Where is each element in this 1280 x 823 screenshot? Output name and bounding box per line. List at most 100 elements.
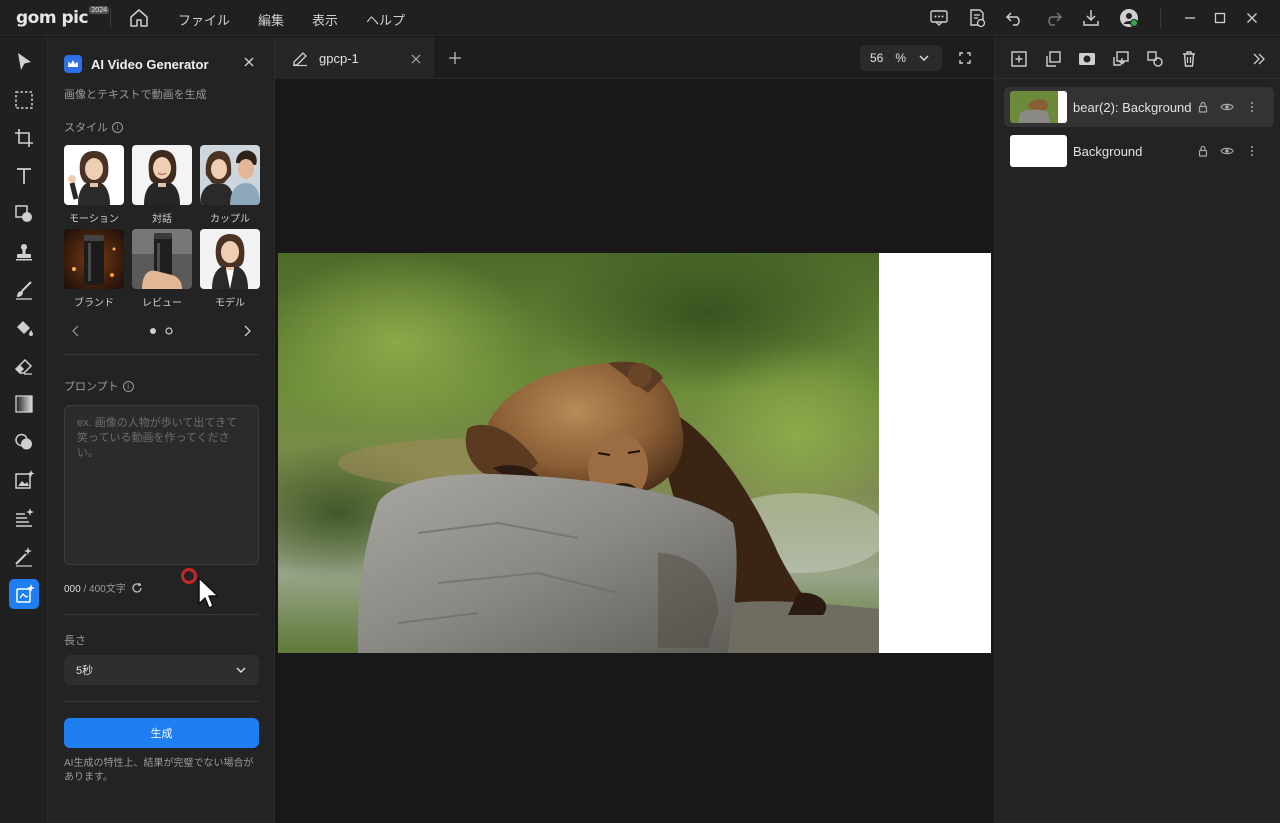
document-history-icon[interactable] bbox=[966, 7, 988, 29]
bear-photo[interactable] bbox=[278, 253, 879, 653]
marquee-tool-icon[interactable] bbox=[12, 88, 36, 112]
style-review[interactable]: レビュー bbox=[132, 229, 192, 309]
menu-view[interactable]: 表示 bbox=[312, 10, 338, 29]
magic-wand-tool-icon[interactable] bbox=[12, 544, 36, 568]
style-motion-thumbnail bbox=[64, 145, 124, 205]
prompt-label-text: プロンプト bbox=[64, 381, 119, 393]
tab-close-icon[interactable] bbox=[410, 52, 422, 64]
layers-panel: bear(2): Background Background bbox=[994, 37, 1280, 823]
style-dialogue[interactable]: 対話 bbox=[132, 145, 192, 225]
shape-tool-icon[interactable] bbox=[12, 202, 36, 226]
style-dialogue-label: 対話 bbox=[152, 214, 172, 225]
refresh-icon[interactable] bbox=[131, 582, 143, 594]
new-tab-icon[interactable] bbox=[447, 50, 463, 66]
ai-video-panel: AI Video Generator 画像とテキストで動画を生成 スタイル i … bbox=[48, 37, 275, 823]
merge-layer-icon[interactable] bbox=[1111, 49, 1131, 69]
menu-edit[interactable]: 編集 bbox=[258, 10, 284, 29]
text-tool-icon[interactable] bbox=[12, 164, 36, 188]
stamp-tool-icon[interactable] bbox=[12, 240, 36, 264]
style-couple[interactable]: カップル bbox=[200, 145, 260, 225]
layer-thumbnail-background bbox=[1010, 135, 1067, 167]
layer-lock-icon[interactable] bbox=[1196, 100, 1210, 114]
collapse-panel-icon[interactable] bbox=[1249, 49, 1269, 69]
style-motion[interactable]: モーション bbox=[64, 145, 124, 225]
zoom-unit: % bbox=[895, 51, 907, 65]
canvas-area[interactable] bbox=[275, 80, 993, 823]
length-select[interactable]: 5秒 bbox=[64, 655, 259, 685]
layer-item-bear[interactable]: bear(2): Background bbox=[1004, 87, 1274, 127]
menu-file[interactable]: ファイル bbox=[178, 10, 230, 29]
carousel-dot-active[interactable] bbox=[150, 328, 156, 334]
menu-help[interactable]: ヘルプ bbox=[366, 10, 405, 29]
generate-button[interactable]: 生成 bbox=[64, 718, 259, 748]
style-model[interactable]: モデル bbox=[200, 229, 260, 309]
prompt-info-icon[interactable]: i bbox=[122, 380, 134, 392]
panel-subtitle: 画像とテキストで動画を生成 bbox=[64, 89, 207, 101]
window-close-icon[interactable] bbox=[1243, 9, 1261, 27]
zoom-control[interactable]: 56 % bbox=[860, 45, 942, 71]
duplicate-layer-icon[interactable] bbox=[1043, 49, 1063, 69]
click-indicator bbox=[181, 568, 197, 584]
fill-tool-icon[interactable] bbox=[12, 316, 36, 340]
chevron-down-icon bbox=[236, 667, 246, 673]
crop-tool-icon[interactable] bbox=[12, 126, 36, 150]
length-value: 5秒 bbox=[76, 665, 94, 677]
style-couple-label: カップル bbox=[210, 214, 250, 225]
download-icon[interactable] bbox=[1080, 7, 1102, 29]
redo-icon[interactable] bbox=[1042, 7, 1064, 29]
group-layer-icon[interactable] bbox=[1145, 49, 1165, 69]
zoom-value[interactable]: 56 bbox=[870, 51, 883, 65]
length-section-label: 長さ bbox=[64, 632, 86, 648]
brush-tool-icon[interactable] bbox=[12, 278, 36, 302]
char-counter: 000 / 400文字 bbox=[64, 580, 143, 595]
layer-item-background[interactable]: Background bbox=[1004, 131, 1274, 171]
style-model-label: モデル bbox=[215, 298, 245, 309]
style-brand[interactable]: ブランド bbox=[64, 229, 124, 309]
style-brand-label: ブランド bbox=[74, 298, 114, 309]
document-canvas[interactable] bbox=[278, 253, 991, 653]
fit-screen-icon[interactable] bbox=[957, 50, 973, 66]
panel-title: AI Video Generator bbox=[91, 56, 209, 72]
gradient-tool-icon[interactable] bbox=[12, 392, 36, 416]
menu-bar: ファイル 編集 表示 ヘルプ bbox=[178, 10, 405, 29]
layer-name-background[interactable]: Background bbox=[1073, 144, 1142, 159]
carousel-dot[interactable] bbox=[165, 327, 173, 335]
section-divider bbox=[64, 354, 259, 355]
section-divider-3 bbox=[64, 701, 259, 702]
eraser-tool-icon[interactable] bbox=[12, 354, 36, 378]
undo-icon[interactable] bbox=[1004, 7, 1026, 29]
mouse-cursor-icon bbox=[197, 576, 223, 612]
select-tool-icon[interactable] bbox=[12, 50, 36, 74]
carousel-prev-icon[interactable] bbox=[72, 325, 79, 337]
maximize-icon[interactable] bbox=[1211, 9, 1229, 27]
crown-icon bbox=[64, 55, 82, 73]
add-layer-icon[interactable] bbox=[1009, 49, 1029, 69]
home-icon[interactable] bbox=[128, 7, 150, 29]
panel-close-icon[interactable] bbox=[242, 55, 256, 69]
account-icon[interactable] bbox=[1118, 7, 1140, 29]
blend-tool-icon[interactable] bbox=[12, 430, 36, 454]
mask-layer-icon[interactable] bbox=[1077, 49, 1097, 69]
ai-image-tool-icon[interactable] bbox=[12, 468, 36, 492]
feedback-icon[interactable] bbox=[928, 7, 950, 29]
title-bar: gom pic 2024 ファイル 編集 表示 ヘルプ bbox=[0, 0, 1280, 36]
carousel-next-icon[interactable] bbox=[244, 325, 251, 337]
layer-visibility-icon[interactable] bbox=[1220, 100, 1234, 114]
info-icon[interactable]: i bbox=[112, 121, 123, 133]
prompt-textarea[interactable]: ex. 画像の人物が歩いて出てきて笑っている動画を作ってください。 bbox=[64, 405, 259, 565]
style-carousel bbox=[64, 323, 260, 339]
ai-text-tool-icon[interactable] bbox=[12, 506, 36, 530]
layer-visibility-icon-2[interactable] bbox=[1220, 144, 1234, 158]
app-logo-text: gom pic bbox=[16, 8, 89, 28]
layer-name-bear[interactable]: bear(2): Background bbox=[1073, 100, 1192, 115]
layer-more-icon-2[interactable] bbox=[1245, 144, 1259, 158]
app-logo: gom pic 2024 bbox=[16, 6, 109, 28]
ai-video-tool-icon[interactable] bbox=[9, 579, 39, 609]
delete-layer-icon[interactable] bbox=[1179, 49, 1199, 69]
minimize-icon[interactable] bbox=[1181, 9, 1199, 27]
zoom-chevron-down-icon[interactable] bbox=[918, 52, 930, 64]
section-divider-2 bbox=[64, 614, 259, 615]
char-count: 000 bbox=[64, 584, 81, 595]
layer-lock-icon-2[interactable] bbox=[1196, 144, 1210, 158]
layer-more-icon[interactable] bbox=[1245, 100, 1259, 114]
